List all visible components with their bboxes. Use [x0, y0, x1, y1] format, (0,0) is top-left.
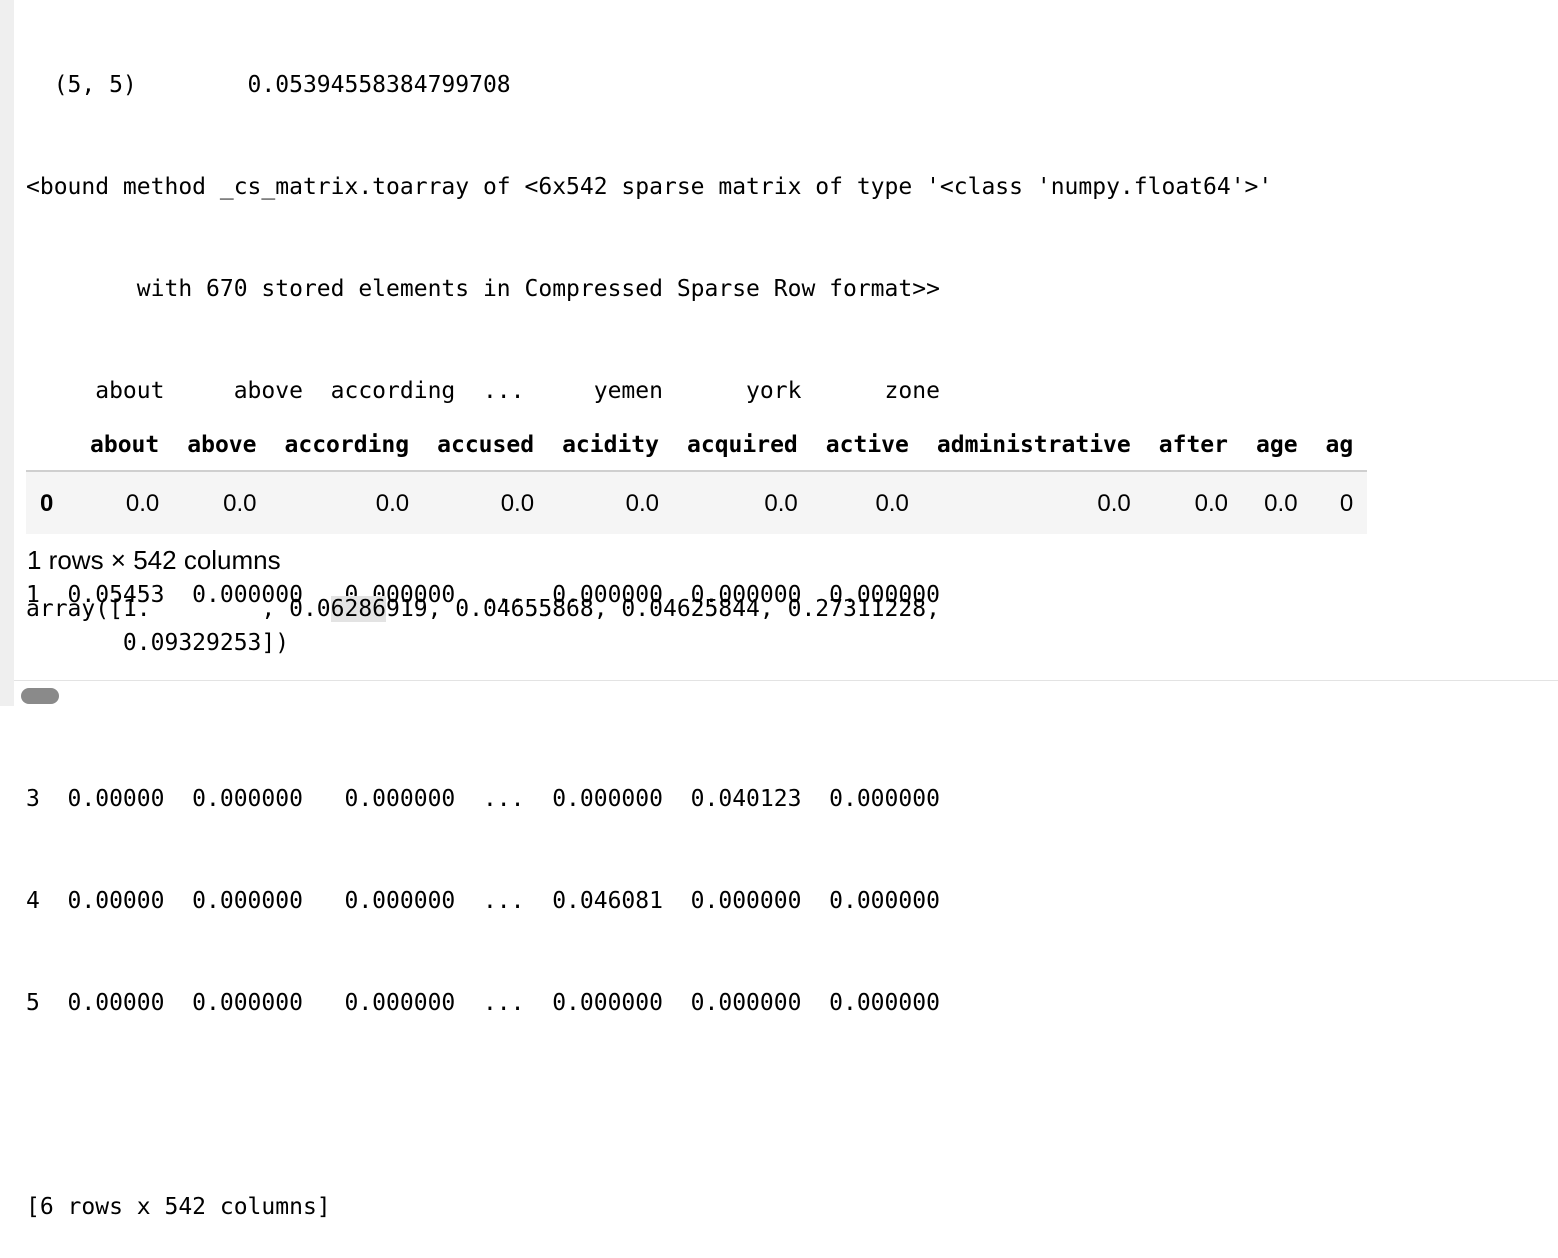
table-cell: 0.0: [1194, 489, 1228, 517]
table-cell: 0.0: [125, 489, 160, 517]
table-cell: 0.0: [1097, 489, 1131, 517]
array-line: 0.09329253]): [26, 630, 290, 656]
column-header: above: [173, 420, 271, 472]
array-line: array([1. , 0.06286919, 0.04655868, 0.04…: [26, 592, 940, 626]
column-header: after: [1144, 420, 1242, 472]
table-cell: 0.0: [375, 489, 410, 517]
output-line: 5 0.00000 0.000000 0.000000 ... 0.000000…: [26, 990, 940, 1016]
table-cell: 0.0: [223, 489, 257, 517]
array-output: array([1. , 0.06286919, 0.04655868, 0.04…: [26, 592, 940, 660]
table-header-row: about above according accused acidity ac…: [26, 420, 1368, 472]
output-line: about above according ... yemen york zon…: [26, 378, 940, 404]
output-line: 4 0.00000 0.000000 0.000000 ... 0.046081…: [26, 888, 940, 914]
array-text: 919, 0.04655868, 0.04625844, 0.27311228,: [386, 596, 940, 622]
column-header: age: [1242, 420, 1312, 472]
table-cell: 0.0: [625, 489, 659, 517]
text-selection-highlight: 6286: [330, 596, 387, 622]
column-header: ag: [1311, 420, 1368, 472]
output-line: 3 0.00000 0.000000 0.000000 ... 0.000000…: [26, 786, 940, 812]
column-header: according: [270, 420, 424, 472]
dataframe-table: about above according accused acidity ac…: [26, 420, 1368, 534]
table-cell: 0.0: [875, 489, 909, 517]
horizontal-scrollbar[interactable]: [14, 680, 1558, 707]
index-header: [26, 420, 76, 472]
column-header: administrative: [922, 420, 1145, 472]
column-header: acidity: [548, 420, 673, 472]
table-cell: 0.0: [764, 489, 798, 517]
array-text: array([1. , 0.0: [26, 596, 331, 622]
table-cell: 0.0: [1264, 489, 1298, 517]
dataframe-summary: 1 rows × 542 columns: [27, 545, 281, 575]
column-header: accused: [423, 420, 549, 472]
output-line: (5, 5) 0.05394558384799708: [26, 72, 511, 98]
cell-gutter: [0, 0, 14, 706]
table-cell: 0.0: [500, 489, 535, 517]
dataframe-table-container[interactable]: about above according accused acidity ac…: [26, 420, 1558, 534]
column-header: acquired: [673, 420, 812, 472]
table-row: 0 0.0 0.0 0.0 0.0 0.0 0.0 0.0 0.0 0.0 0.…: [26, 471, 1368, 534]
table-cell: 0: [1339, 489, 1354, 517]
row-index: 0: [40, 489, 54, 517]
column-header: about: [76, 420, 174, 472]
output-line: with 670 stored elements in Compressed S…: [26, 276, 940, 302]
scrollbar-thumb[interactable]: [21, 688, 59, 704]
column-header: active: [811, 420, 923, 472]
output-line: [6 rows x 542 columns]: [26, 1194, 331, 1220]
output-line: <bound method _cs_matrix.toarray of <6x5…: [26, 174, 1273, 200]
